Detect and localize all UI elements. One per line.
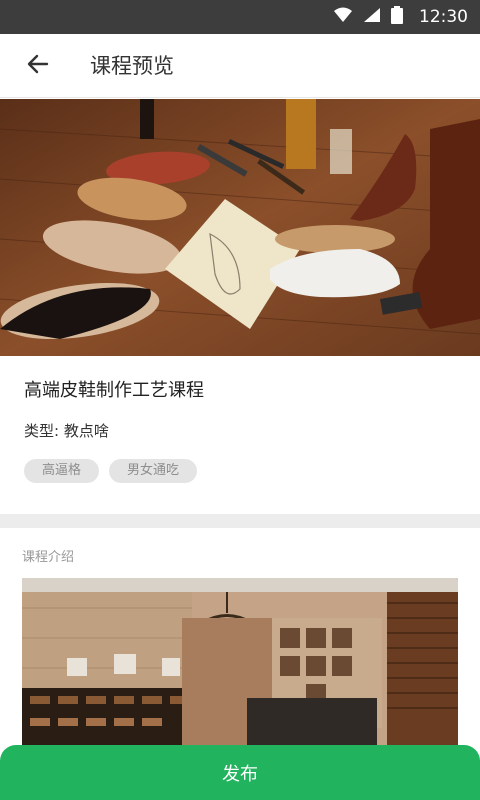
status-bar: 12:30 <box>0 0 480 34</box>
arrow-left-icon <box>27 53 49 79</box>
course-title: 高端皮鞋制作工艺课程 <box>24 380 204 401</box>
battery-icon <box>391 6 403 28</box>
tag-list: 高逼格 男女通吃 <box>24 459 198 483</box>
course-intro-image <box>22 578 458 748</box>
signal-icon <box>363 7 381 27</box>
tag-chip[interactable]: 男女通吃 <box>109 459 198 483</box>
section-divider <box>0 514 480 528</box>
page-title: 课程预览 <box>90 54 174 78</box>
publish-button[interactable]: 发布 <box>0 745 480 800</box>
wifi-icon <box>333 7 353 27</box>
course-type: 类型: 教点啥 <box>24 422 109 440</box>
tag-chip[interactable]: 高逼格 <box>24 459 100 483</box>
app-bar: 课程预览 <box>0 34 480 98</box>
status-icons: 12:30 <box>333 0 468 34</box>
course-cover-image <box>0 99 480 356</box>
back-button[interactable] <box>18 46 58 86</box>
intro-section-label: 课程介绍 <box>22 550 75 565</box>
status-time: 12:30 <box>419 7 468 27</box>
